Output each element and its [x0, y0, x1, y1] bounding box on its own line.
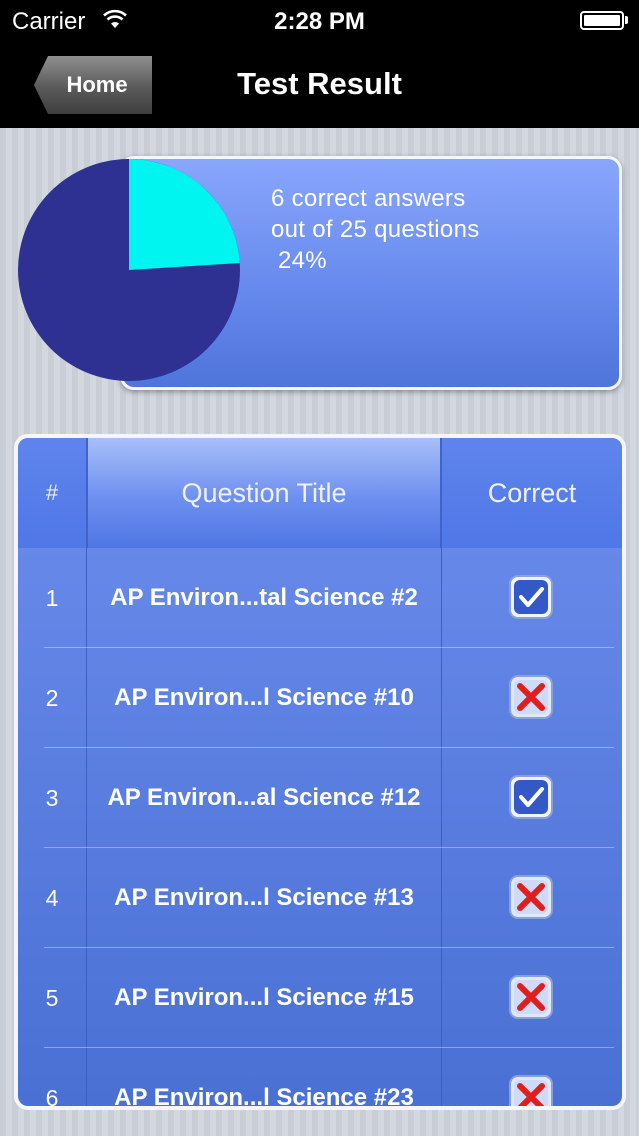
header-number: # — [45, 480, 59, 505]
cross-icon — [508, 1074, 554, 1106]
total-questions-text: out of 25 questions — [271, 216, 480, 243]
correct-count-text: 6 correct answers — [271, 185, 466, 212]
status-bar: Carrier 2:28 PM — [0, 0, 639, 42]
question-number: 1 — [45, 585, 59, 611]
question-title: AP Environ...l Science #15 — [114, 984, 414, 1011]
cross-icon — [508, 974, 554, 1020]
battery-icon — [580, 11, 624, 30]
checkmark-icon — [508, 574, 554, 620]
table-header: # Question Title Correct — [18, 438, 622, 548]
question-number: 3 — [45, 785, 59, 811]
navigation-bar: Home Test Result — [0, 42, 639, 128]
checkmark-icon — [508, 774, 554, 820]
question-title: AP Environ...l Science #10 — [114, 684, 414, 711]
battery-tip — [625, 16, 628, 24]
question-title: AP Environ...tal Science #2 — [110, 584, 418, 611]
header-correct: Correct — [487, 478, 577, 508]
question-number: 4 — [45, 885, 59, 911]
cross-icon — [508, 874, 554, 920]
table-row[interactable]: 3 AP Environ...al Science #12 — [18, 748, 622, 848]
score-percent-text: 24% — [277, 247, 327, 274]
table-row[interactable]: 2 AP Environ...l Science #10 — [18, 648, 622, 748]
correct-slice — [129, 159, 240, 270]
score-pie-chart — [18, 159, 240, 381]
page-title: Test Result — [237, 66, 402, 101]
question-number: 2 — [45, 685, 59, 711]
status-time: 2:28 PM — [274, 8, 365, 35]
cross-icon — [508, 674, 554, 720]
question-title: AP Environ...l Science #23 — [114, 1084, 414, 1110]
results-table: # Question Title Correct 1 AP Environ...t… — [14, 434, 626, 1110]
question-title: AP Environ...l Science #13 — [114, 884, 414, 911]
table-row[interactable]: 6 AP Environ...l Science #23 — [18, 1048, 622, 1110]
table-row[interactable]: 5 AP Environ...l Science #15 — [18, 948, 622, 1048]
table-row[interactable]: 1 AP Environ...tal Science #2 — [18, 548, 622, 648]
score-summary-text: 6 correct answers out of 25 questions 24… — [271, 183, 480, 276]
question-number: 5 — [45, 985, 59, 1011]
question-title: AP Environ...al Science #12 — [107, 784, 421, 811]
header-question-title: Question Title — [86, 438, 442, 548]
question-number: 6 — [45, 1085, 59, 1110]
table-row[interactable]: 4 AP Environ...l Science #13 — [18, 848, 622, 948]
